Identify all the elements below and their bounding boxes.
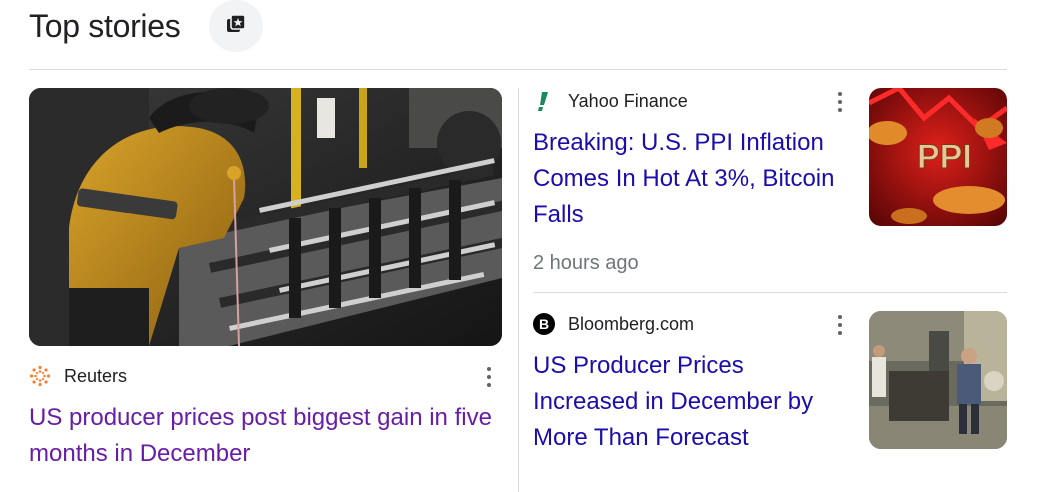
thumb-ppi-text: PPI: [917, 138, 972, 176]
side-story-card-2[interactable]: B Bloomberg.com US Producer Prices Incre…: [533, 311, 1007, 492]
more-vert-icon: [838, 90, 842, 114]
main-story-card[interactable]: Reuters US producer prices post biggest …: [29, 88, 502, 467]
source-name: Bloomberg.com: [568, 313, 695, 334]
reuters-logo-icon: [29, 365, 51, 387]
more-vert-icon: [838, 313, 842, 337]
side-story-source-2: B Bloomberg.com: [533, 311, 843, 337]
side-story-source-1: Yahoo Finance: [533, 88, 843, 114]
column-divider: [518, 88, 519, 492]
side-story-1-thumbnail[interactable]: PPI: [869, 88, 1007, 226]
side-story-divider: [533, 292, 1007, 293]
section-title: Top stories: [29, 7, 181, 44]
main-story-thumbnail[interactable]: [29, 88, 502, 346]
svg-text:B: B: [539, 316, 549, 332]
side-story-2-headline[interactable]: US Producer Prices Increased in December…: [533, 348, 853, 456]
side-story-1-headline[interactable]: Breaking: U.S. PPI Inflation Comes In Ho…: [533, 125, 853, 233]
top-stories-header: Top stories: [29, 0, 181, 52]
side-story-1-more-button[interactable]: [828, 89, 852, 115]
main-story-source: Reuters: [29, 363, 502, 389]
side-story-card-1[interactable]: Yahoo Finance Breaking: U.S. PPI Inflati…: [533, 88, 1007, 288]
side-story-1-time: 2 hours ago: [533, 252, 639, 274]
more-vert-icon: [487, 365, 491, 389]
side-story-2-thumbnail[interactable]: [869, 311, 1007, 449]
star-bookmark-icon: [225, 13, 247, 40]
main-story-headline[interactable]: US producer prices post biggest gain in …: [29, 400, 502, 472]
yahoo-finance-logo-icon: [533, 90, 555, 112]
source-name: Reuters: [64, 365, 128, 386]
main-story-more-button[interactable]: [477, 364, 501, 390]
header-divider: [29, 69, 1007, 70]
star-bookmark-button[interactable]: [209, 0, 263, 52]
bloomberg-logo-icon: B: [533, 313, 555, 335]
side-story-2-more-button[interactable]: [828, 312, 852, 338]
source-name: Yahoo Finance: [568, 90, 688, 111]
